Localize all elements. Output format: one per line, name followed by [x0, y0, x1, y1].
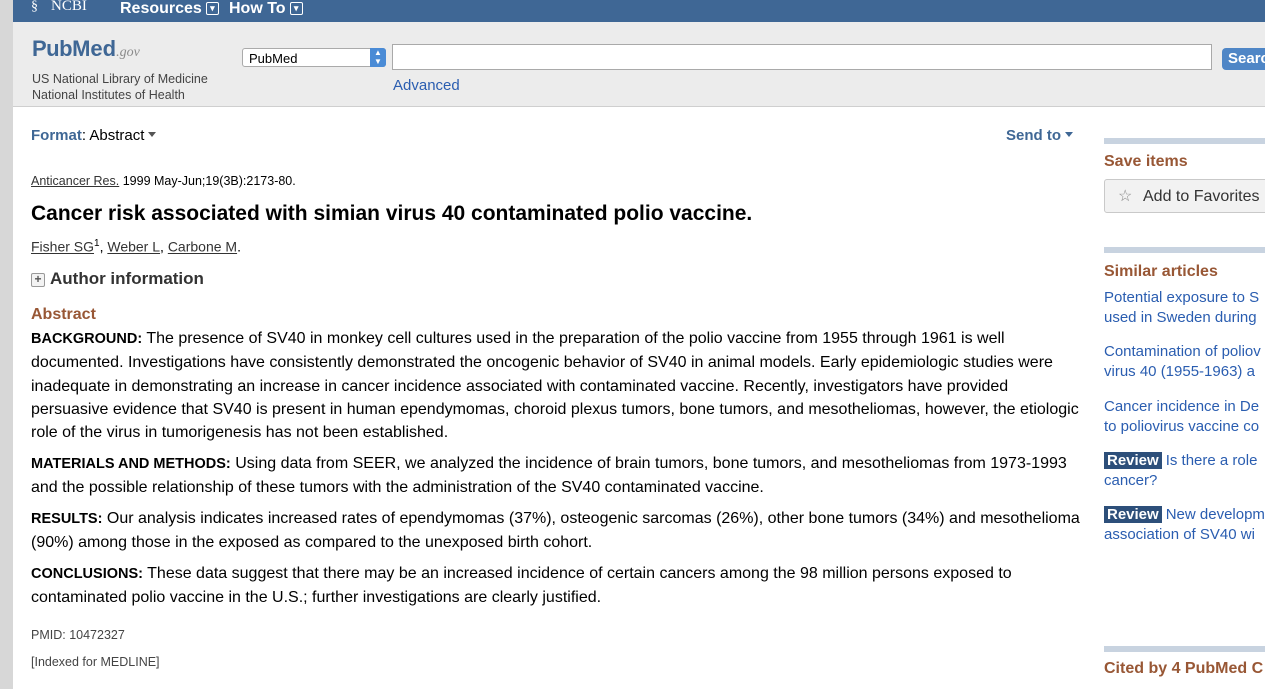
pmid: PMID: 10472327 [31, 628, 125, 642]
similar-article-link[interactable]: Contamination of poliov virus 40 (1955-1… [1104, 342, 1265, 382]
chevron-down-icon: ▾ [289, 2, 303, 15]
expand-plus-icon: + [31, 273, 45, 287]
journal-link[interactable]: Anticancer Res. [31, 174, 119, 188]
abstract-results: RESULTS: Our analysis indicates increase… [31, 510, 1080, 552]
similar-article-link[interactable]: Review Is there a role cancer? [1104, 451, 1265, 491]
sidebar-divider [1104, 247, 1265, 253]
star-icon: ☆ [1118, 188, 1133, 205]
author-list: Fisher SG1, Weber L, Carbone M. [31, 238, 241, 255]
author-information-toggle[interactable]: + Author information [31, 269, 204, 289]
citation: Anticancer Res. 1999 May-Jun;19(3B):2173… [31, 174, 296, 188]
pubmed-logo[interactable]: PubMed.gov [32, 36, 140, 62]
affiliation-superscript: 1 [94, 238, 100, 249]
cited-by-heading[interactable]: Cited by 4 PubMed C [1104, 660, 1263, 678]
ncbi-top-bar: § NCBI Resources ▾ How To ▾ [13, 0, 1265, 22]
sidebar-divider [1104, 646, 1265, 652]
database-select[interactable]: PubMed ▲ ▼ [242, 48, 386, 67]
search-header: PubMed.gov US National Library of Medici… [13, 22, 1265, 107]
review-badge: Review [1104, 506, 1162, 523]
review-badge: Review [1104, 452, 1162, 469]
abstract-conclusions: CONCLUSIONS: These data suggest that the… [31, 565, 1012, 607]
resources-menu[interactable]: Resources ▾ [120, 0, 219, 18]
advanced-search-link[interactable]: Advanced [393, 77, 460, 94]
caret-down-icon [1065, 132, 1073, 137]
search-button[interactable]: Search [1222, 48, 1265, 70]
sidebar-divider [1104, 138, 1265, 144]
caret-down-icon [148, 132, 157, 137]
author-link[interactable]: Carbone M [168, 239, 237, 255]
dna-helix-icon: § [31, 0, 38, 14]
article-title: Cancer risk associated with simian virus… [31, 202, 753, 225]
nlm-tagline: US National Library of Medicine National… [32, 72, 208, 102]
similar-article-link[interactable]: Review New developm association of SV40 w… [1104, 505, 1265, 545]
abstract-methods: MATERIALS AND METHODS: Using data from S… [31, 455, 1067, 497]
left-margin-strip [0, 0, 13, 689]
howto-menu[interactable]: How To ▾ [229, 0, 303, 18]
indexed-note: [Indexed for MEDLINE] [31, 655, 160, 669]
similar-articles-heading: Similar articles [1104, 263, 1218, 280]
author-link[interactable]: Fisher SG [31, 239, 94, 255]
select-arrows-icon: ▲ ▼ [370, 48, 386, 67]
ncbi-logo[interactable]: § NCBI [31, 0, 87, 15]
author-link[interactable]: Weber L [107, 239, 160, 255]
similar-article-link[interactable]: Potential exposure to S used in Sweden d… [1104, 288, 1265, 328]
search-input[interactable] [392, 44, 1212, 70]
format-menu[interactable]: Format: Abstract [31, 127, 157, 144]
abstract-heading: Abstract [31, 306, 96, 323]
chevron-down-icon: ▾ [205, 2, 219, 15]
send-to-menu[interactable]: Send to [1006, 127, 1073, 144]
add-to-favorites-button[interactable]: ☆ Add to Favorites [1104, 179, 1265, 213]
similar-article-link[interactable]: Cancer incidence in De to poliovirus vac… [1104, 397, 1265, 437]
abstract-background: BACKGROUND: The presence of SV40 in monk… [31, 330, 1079, 442]
save-items-heading: Save items [1104, 153, 1188, 170]
